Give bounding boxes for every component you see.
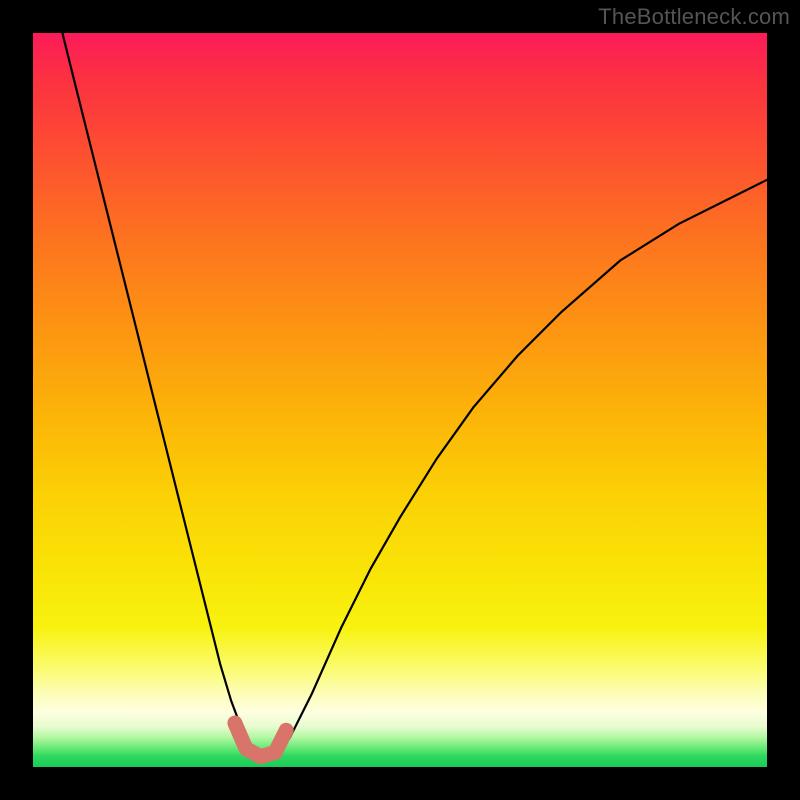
attribution-label: TheBottleneck.com — [598, 4, 790, 30]
bottleneck-minimum-marker — [235, 723, 286, 757]
bottleneck-curve — [62, 33, 767, 758]
chart-frame: TheBottleneck.com — [0, 0, 800, 800]
plot-area — [33, 33, 767, 767]
curve-svg — [33, 33, 767, 767]
